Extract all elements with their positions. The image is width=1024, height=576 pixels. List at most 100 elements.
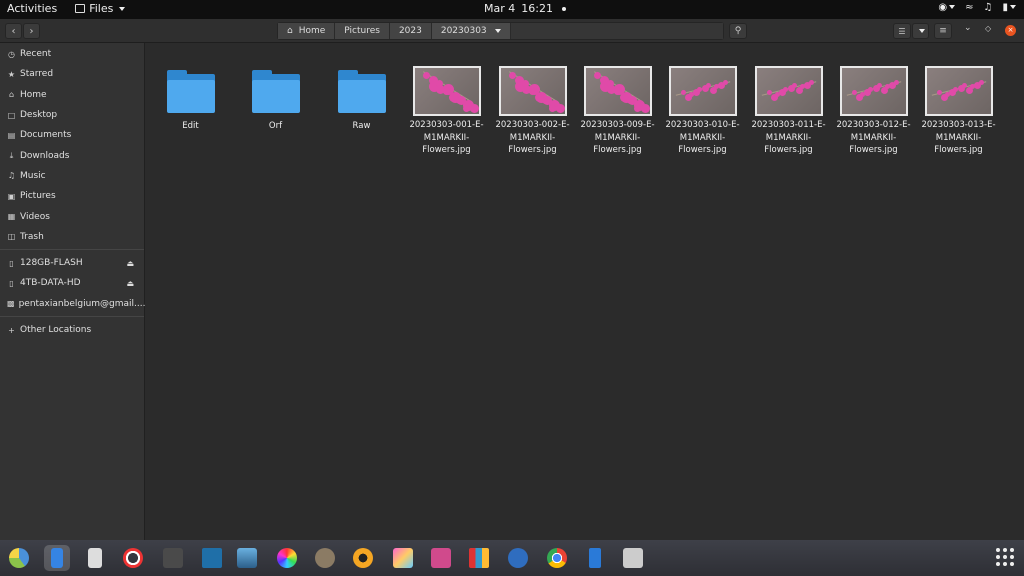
- grid-dot-icon: [1003, 562, 1007, 566]
- dock-app-sd-card[interactable]: [582, 545, 608, 571]
- dock-app-files[interactable]: [44, 545, 70, 571]
- image-thumbnail: [412, 66, 481, 116]
- home-icon: ⌂: [287, 26, 293, 36]
- view-mode-button[interactable]: ☰: [893, 23, 911, 39]
- accessibility-icon[interactable]: ◉: [938, 2, 956, 13]
- file-name-line: 20230303-013-E-: [921, 120, 996, 130]
- back-button[interactable]: ‹: [5, 23, 22, 39]
- image-file[interactable]: 20230303-011-E- M1MARKII- Flowers.jpg: [746, 66, 831, 157]
- chevron-right-icon: ›: [29, 25, 34, 37]
- app-placeholder-icon: [163, 548, 183, 568]
- crumb-2023[interactable]: 2023: [389, 23, 432, 39]
- flower-blossom: [808, 80, 814, 85]
- dock-app-help[interactable]: [120, 545, 146, 571]
- folder-icon: [337, 70, 386, 114]
- flower-blossom: [791, 82, 797, 88]
- sidebar-item-trash[interactable]: ◫ Trash: [0, 227, 144, 247]
- image-file[interactable]: 20230303-012-E- M1MARKII- Flowers.jpg: [831, 66, 916, 157]
- flower-blossom: [555, 104, 565, 114]
- image-file[interactable]: 20230303-001-E- M1MARKII- Flowers.jpg: [404, 66, 489, 157]
- drive-icon: ▯: [9, 278, 14, 288]
- folder-orf[interactable]: Orf: [233, 66, 318, 133]
- image-thumbnail: [668, 66, 737, 116]
- sidebar-item-online-account[interactable]: ▩ pentaxianbelgium@gmail....: [0, 294, 145, 314]
- dock-app-empty-slot[interactable]: [160, 545, 186, 571]
- image-file[interactable]: 20230303-002-E- M1MARKII- Flowers.jpg: [490, 66, 575, 157]
- crumb-20230303[interactable]: 20230303: [431, 23, 511, 39]
- image-file[interactable]: 20230303-010-E- M1MARKII- Flowers.jpg: [660, 66, 745, 157]
- dock-app-disk-usage[interactable]: [6, 545, 32, 571]
- files-app-icon: [75, 4, 86, 13]
- view-options-button[interactable]: [912, 23, 929, 39]
- flower-blossom: [851, 90, 857, 95]
- grid-dot-icon: [1010, 562, 1014, 566]
- clock-icon: ◷: [8, 49, 15, 59]
- sidebar-item-desktop[interactable]: □ Desktop: [0, 105, 144, 125]
- file-name-line: 20230303-010-E-: [665, 120, 740, 130]
- dock-app-disk[interactable]: [620, 545, 646, 571]
- dock-app-darktable[interactable]: [350, 545, 376, 571]
- forward-button[interactable]: ›: [23, 23, 40, 39]
- sidebar-item-4tb-data-hd[interactable]: ▯ 4TB-DATA-HD ⏏: [0, 273, 144, 293]
- trash-icon: ◫: [7, 232, 16, 242]
- path-bar-empty: [510, 23, 723, 39]
- flower-blossom: [722, 80, 728, 85]
- dock-app-library[interactable]: [466, 545, 492, 571]
- sidebar-item-other-locations[interactable]: + Other Locations: [0, 320, 144, 340]
- minimize-icon: ⌄: [964, 23, 972, 33]
- image-thumbnail: [839, 66, 908, 116]
- grid-dot-icon: [996, 555, 1000, 559]
- maximize-button[interactable]: ◇: [985, 24, 991, 33]
- activities-button[interactable]: Activities: [7, 2, 57, 15]
- dock-app-penguin[interactable]: [234, 545, 260, 571]
- dock-app-mail[interactable]: [505, 545, 531, 571]
- dock-app-photos[interactable]: [390, 545, 416, 571]
- sidebar-item-128gb-flash[interactable]: ▯ 128GB-FLASH ⏏: [0, 253, 144, 273]
- minimize-button[interactable]: ⌄: [964, 23, 972, 33]
- file-name-line: 20230303-012-E-: [836, 120, 911, 130]
- show-applications-button[interactable]: [996, 548, 1014, 566]
- lifebuoy-icon: [123, 548, 143, 568]
- system-tray[interactable]: ◉ ≈ ♫ ▮: [938, 2, 1016, 13]
- crumb-pictures[interactable]: Pictures: [335, 23, 390, 39]
- flower-blossom: [961, 82, 967, 88]
- sidebar-item-home[interactable]: ⌂ Home: [0, 85, 144, 105]
- files-app-icon: [51, 548, 63, 568]
- eject-icon[interactable]: ⏏: [126, 279, 134, 288]
- sidebar-item-recent[interactable]: ◷ Recent: [0, 44, 144, 64]
- dock-app-gimp[interactable]: [312, 545, 338, 571]
- flower-blossom: [469, 104, 479, 114]
- flower-blossom: [680, 90, 686, 95]
- image-file[interactable]: 20230303-009-E- M1MARKII- Flowers.jpg: [575, 66, 660, 157]
- books-icon: [469, 548, 489, 568]
- dock-app-chrome[interactable]: [544, 545, 570, 571]
- eject-icon[interactable]: ⏏: [126, 259, 134, 268]
- files-app-menu[interactable]: Files: [75, 2, 126, 15]
- sidebar-item-starred[interactable]: ★ Starred: [0, 64, 144, 84]
- sidebar-item-downloads[interactable]: ⤓ Downloads: [0, 145, 144, 165]
- search-button[interactable]: ⚲: [729, 23, 747, 39]
- folder-icon: [166, 70, 215, 114]
- close-button[interactable]: ×: [1005, 25, 1016, 36]
- image-file[interactable]: 20230303-013-E- M1MARKII- Flowers.jpg: [916, 66, 1001, 157]
- notification-dot-icon: [561, 6, 566, 11]
- mail-icon: [508, 548, 528, 568]
- folder-edit[interactable]: Edit: [148, 66, 233, 133]
- dock-app-book-reader[interactable]: [198, 545, 224, 571]
- crumb-home[interactable]: ⌂ Home: [278, 23, 336, 39]
- sidebar-item-pictures[interactable]: ▣ Pictures: [0, 186, 144, 206]
- sidebar-item-videos[interactable]: ▦ Videos: [0, 206, 144, 226]
- flower-blossom: [936, 90, 942, 95]
- file-name-line: Flowers.jpg: [934, 145, 983, 155]
- video-icon: ▦: [7, 212, 16, 222]
- dock-app-color-picker[interactable]: [274, 545, 300, 571]
- dock-app-image-viewer[interactable]: [428, 545, 454, 571]
- clock-button[interactable]: Mar 4 16:21: [484, 2, 566, 15]
- sidebar-item-music[interactable]: ♫ Music: [0, 166, 144, 186]
- image-thumbnail: [924, 66, 993, 116]
- sidebar-item-documents[interactable]: ▤ Documents: [0, 125, 144, 145]
- file-name-line: Flowers.jpg: [593, 145, 642, 155]
- folder-raw[interactable]: Raw: [319, 66, 404, 133]
- menu-button[interactable]: ≡: [934, 23, 952, 39]
- dock-app-rhythmbox[interactable]: [82, 545, 108, 571]
